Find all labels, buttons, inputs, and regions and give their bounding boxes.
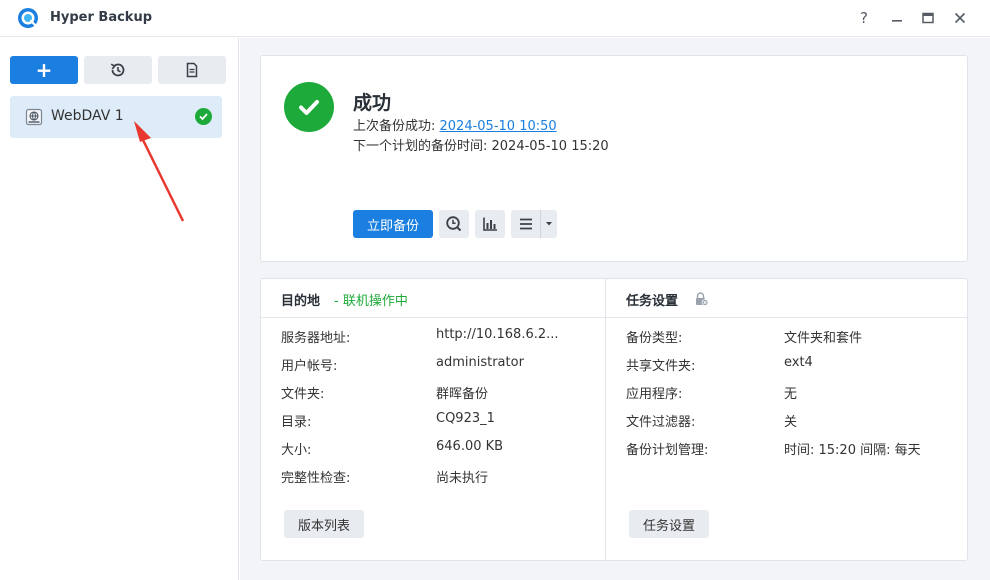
sidebar: + WebDAV 1	[0, 38, 239, 580]
task-settings-button[interactable]: 任务设置	[629, 510, 709, 538]
task-settings-header: 任务设置	[606, 279, 967, 318]
document-icon	[186, 62, 198, 78]
row-key: 目录:	[281, 415, 312, 430]
last-backup-time-link[interactable]: 2024-05-10 10:50	[440, 119, 557, 134]
info-row: 备份计划管理: 时间: 15:20 间隔: 每天	[626, 439, 956, 459]
success-check-icon	[284, 82, 334, 132]
version-list-button[interactable]: 版本列表	[284, 510, 364, 538]
row-value: 群晖备份	[436, 387, 489, 402]
row-key: 应用程序:	[626, 387, 683, 402]
info-row: 大小: 646.00 KB	[281, 439, 611, 459]
info-row: 用户帐号: administrator	[281, 355, 611, 375]
help-button[interactable]: ?	[854, 8, 874, 28]
next-backup-label: 下一个计划的备份时间:	[353, 139, 492, 154]
info-row: 服务器地址: http://10.168.6.2...	[281, 327, 611, 347]
row-value: 时间: 15:20 间隔: 每天	[784, 443, 921, 458]
row-key: 完整性检查:	[281, 471, 351, 486]
destination-title: 目的地	[281, 294, 321, 309]
close-button[interactable]	[950, 8, 970, 28]
row-value: http://10.168.6.2...	[436, 327, 559, 342]
app-title: Hyper Backup	[50, 10, 153, 25]
row-value: 文件夹和套件	[784, 331, 863, 346]
next-backup-time: 2024-05-10 15:20	[491, 139, 609, 154]
task-settings-title: 任务设置	[626, 294, 679, 309]
status-title: 成功	[353, 92, 392, 114]
row-value: 关	[784, 415, 798, 430]
row-value: CQ923_1	[436, 411, 495, 426]
title-bar: Hyper Backup ?	[0, 0, 990, 37]
success-check-icon	[195, 108, 212, 125]
info-row: 应用程序: 无	[626, 383, 956, 403]
task-settings-card: 任务设置 备份类型: 文件夹和套件 共享文件夹: ext4 应用程序: 无 文件过滤器…	[605, 278, 968, 561]
clock-search-icon	[446, 216, 462, 232]
row-key: 共享文件夹:	[626, 359, 696, 374]
action-menu-button[interactable]	[511, 210, 557, 238]
backup-now-button[interactable]: 立即备份	[353, 210, 433, 238]
log-button[interactable]	[158, 56, 226, 84]
info-row: 完整性检查: 尚未执行	[281, 467, 611, 487]
maximize-icon	[922, 12, 934, 24]
info-row: 备份类型: 文件夹和套件	[626, 327, 956, 347]
encryption-off-icon	[696, 292, 709, 306]
destination-card: 目的地 - 联机操作中 服务器地址: http://10.168.6.2... 用…	[260, 278, 623, 561]
row-value: 646.00 KB	[436, 439, 504, 454]
row-key: 文件过滤器:	[626, 415, 696, 430]
close-icon	[954, 12, 966, 24]
info-row: 文件过滤器: 关	[626, 411, 956, 431]
info-row: 目录: CQ923_1	[281, 411, 611, 431]
row-value: administrator	[436, 355, 524, 370]
row-value: ext4	[784, 355, 813, 370]
menu-icon	[519, 218, 532, 230]
row-key: 服务器地址:	[281, 331, 351, 346]
info-row: 文件夹: 群晖备份	[281, 383, 611, 403]
row-key: 用户帐号:	[281, 359, 338, 374]
row-key: 备份计划管理:	[626, 443, 709, 458]
restore-history-icon	[110, 63, 125, 77]
last-backup-label: 上次备份成功:	[353, 119, 440, 134]
row-value: 尚未执行	[436, 471, 489, 486]
hyper-backup-logo-icon	[18, 8, 38, 28]
add-task-button[interactable]: +	[10, 56, 78, 84]
menu-main[interactable]	[511, 210, 541, 238]
statistics-button[interactable]	[475, 210, 505, 238]
row-value: 无	[784, 387, 798, 402]
restore-button[interactable]	[84, 56, 152, 84]
main-panel: 成功 上次备份成功: 2024-05-10 10:50 下一个计划的备份时间: …	[240, 38, 990, 580]
row-key: 文件夹:	[281, 387, 325, 402]
task-item-webdav-1[interactable]: WebDAV 1	[10, 96, 222, 138]
minimize-button[interactable]	[887, 8, 907, 28]
destination-header: 目的地 - 联机操作中	[261, 279, 622, 318]
destination-status: - 联机操作中	[334, 294, 408, 309]
minimize-icon	[892, 20, 902, 22]
bar-chart-icon	[483, 217, 497, 231]
backup-explorer-button[interactable]	[439, 210, 469, 238]
annotation-arrow	[134, 121, 185, 222]
last-backup-line: 上次备份成功: 2024-05-10 10:50	[353, 115, 557, 134]
status-card: 成功 上次备份成功: 2024-05-10 10:50 下一个计划的备份时间: …	[260, 55, 968, 262]
row-key: 备份类型:	[626, 331, 683, 346]
task-label: WebDAV 1	[51, 108, 124, 124]
next-backup-line: 下一个计划的备份时间: 2024-05-10 15:20	[353, 135, 609, 154]
row-key: 大小:	[281, 443, 312, 458]
caret-down-icon	[546, 222, 552, 226]
info-row: 共享文件夹: ext4	[626, 355, 956, 375]
menu-dropdown[interactable]	[541, 210, 557, 238]
webdav-server-icon	[25, 108, 43, 126]
maximize-button[interactable]	[918, 8, 938, 28]
